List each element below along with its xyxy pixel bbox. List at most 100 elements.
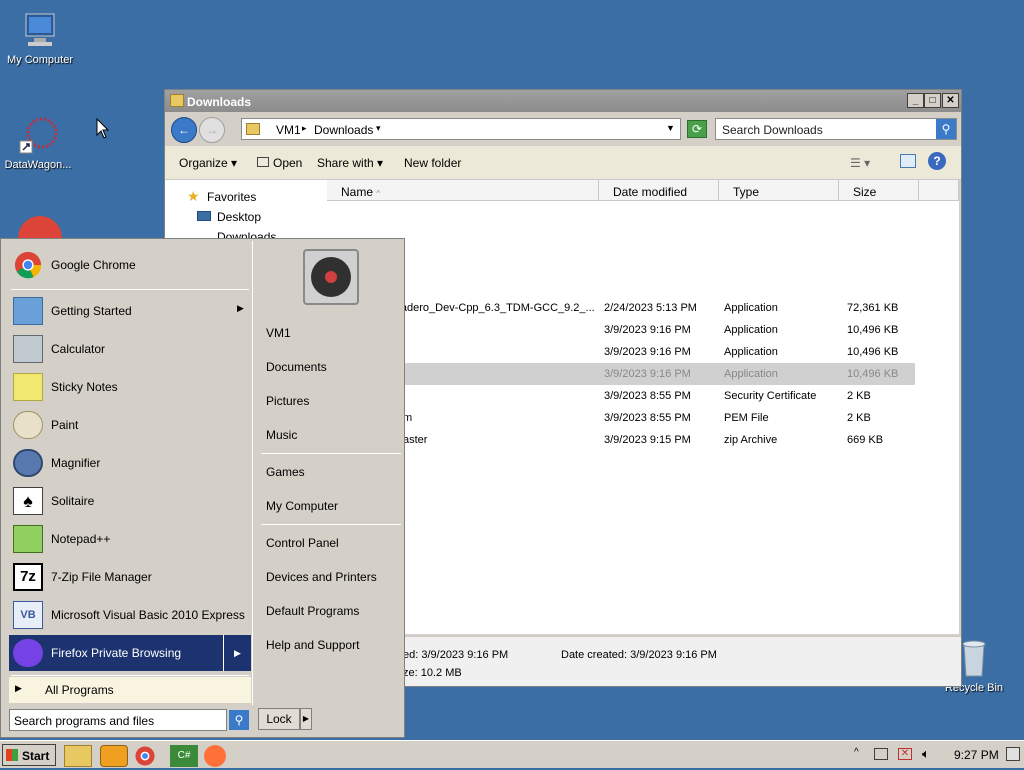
menu-default-programs[interactable]: Default Programs — [266, 604, 359, 618]
show-hidden-icons[interactable]: ^ — [854, 747, 859, 758]
show-desktop-icon[interactable] — [1006, 747, 1020, 761]
program-firefox-private[interactable]: Firefox Private Browsing — [9, 635, 223, 671]
network-icon[interactable] — [874, 748, 888, 760]
start-button[interactable]: Start — [2, 744, 56, 766]
nav-favorites[interactable]: Favorites — [207, 190, 256, 204]
forward-button[interactable]: → — [199, 117, 225, 143]
file-date: 2/24/2023 5:13 PM — [604, 302, 697, 314]
all-programs-button[interactable]: ▶ All Programs — [9, 677, 251, 703]
mouse-cursor — [96, 117, 110, 143]
menu-control-panel[interactable]: Control Panel — [266, 536, 339, 550]
program-getting-started[interactable]: Getting Started ▶ — [9, 293, 251, 329]
detail-size: ze: 10.2 MB — [403, 667, 462, 679]
search-box[interactable]: Search Downloads ⚲ — [715, 118, 957, 140]
table-row[interactable]: 3/9/2023 9:16 PM Application 10,496 KB — [327, 319, 915, 341]
start-search-box[interactable]: Search programs and files — [9, 709, 227, 731]
table-row[interactable]: Embarcadero_Dev-Cpp_6.3_TDM-GCC_9.2_... … — [327, 297, 915, 319]
explorer-taskbar-icon[interactable] — [64, 745, 92, 767]
menu-devices-printers[interactable]: Devices and Printers — [266, 570, 377, 584]
breadcrumb-downloads[interactable]: Downloads — [314, 123, 373, 137]
breadcrumb-vm1[interactable]: VM1 — [276, 123, 301, 137]
preview-pane-icon[interactable] — [900, 154, 916, 168]
lock-button[interactable]: Lock — [258, 708, 300, 730]
file-list[interactable]: Name ^ Date modified Type Size Embarcade… — [327, 180, 959, 634]
firefox-submenu-button[interactable]: ▶ — [223, 635, 251, 671]
csharp-taskbar-icon[interactable]: C# — [170, 745, 198, 767]
file-size: 2 KB — [847, 390, 871, 402]
desktop-chrome-icon-partial[interactable] — [18, 216, 62, 238]
detail-created: Date created: 3/9/2023 9:16 PM — [561, 649, 717, 661]
column-header-name[interactable]: Name ^ — [327, 180, 599, 201]
solitaire-icon: ♠ — [13, 487, 43, 515]
lock-options-arrow-icon[interactable]: ▶ — [300, 708, 312, 730]
7zip-icon: 7z — [13, 563, 43, 591]
program-paint[interactable]: Paint — [9, 407, 251, 443]
windows-logo-icon — [6, 749, 18, 761]
all-programs-label: All Programs — [45, 683, 114, 697]
media-player-taskbar-icon[interactable] — [100, 745, 128, 767]
action-center-icon[interactable]: ✕ — [898, 748, 912, 760]
divider — [11, 289, 249, 290]
paint-icon — [13, 411, 43, 439]
file-date: 3/9/2023 9:16 PM — [604, 368, 691, 380]
firefox-taskbar-icon[interactable] — [204, 745, 226, 767]
share-with-button[interactable]: Share with ▾ — [317, 156, 383, 170]
help-icon[interactable]: ? — [928, 152, 946, 170]
user-picture[interactable] — [303, 249, 359, 305]
breadcrumb-chevron-icon[interactable]: ▾ — [376, 123, 381, 134]
back-button[interactable]: ← — [171, 117, 197, 143]
address-dropdown-icon[interactable]: ▼ — [666, 123, 675, 133]
menu-documents[interactable]: Documents — [266, 360, 327, 374]
chrome-taskbar-icon[interactable] — [134, 745, 162, 767]
search-icon[interactable]: ⚲ — [936, 119, 956, 139]
program-magnifier[interactable]: Magnifier — [9, 445, 251, 481]
volume-icon[interactable]: 🔈︎ — [922, 746, 930, 762]
file-size: 10,496 KB — [847, 324, 899, 336]
column-header-type[interactable]: Type — [719, 180, 839, 201]
desktop-icon-datawagon[interactable]: DataWagon... — [0, 115, 78, 171]
program-google-chrome[interactable]: Google Chrome — [9, 247, 251, 283]
program-solitaire[interactable]: ♠ Solitaire — [9, 483, 251, 519]
command-bar: Organize ▾ Open Share with ▾ New folder … — [165, 146, 961, 180]
start-menu-programs-pane: Google Chrome Getting Started ▶ Calculat… — [3, 241, 253, 705]
desktop-icon-my-computer[interactable]: My Computer — [0, 10, 80, 66]
menu-help-support[interactable]: Help and Support — [266, 638, 359, 652]
menu-pictures[interactable]: Pictures — [266, 394, 309, 408]
program-label: Paint — [51, 418, 79, 432]
program-visual-basic[interactable]: VB Microsoft Visual Basic 2010 Express — [9, 597, 251, 633]
table-row[interactable]: m 3/9/2023 8:55 PM PEM File 2 KB — [327, 407, 915, 429]
clock[interactable]: 9:27 PM — [954, 748, 999, 762]
maximize-button[interactable]: □ — [924, 93, 941, 108]
column-header-size[interactable]: Size — [839, 180, 919, 201]
program-sticky-notes[interactable]: Sticky Notes — [9, 369, 251, 405]
organize-button[interactable]: Organize ▾ — [179, 156, 237, 170]
nav-desktop[interactable]: Desktop — [217, 210, 261, 224]
sticky-notes-icon — [13, 373, 43, 401]
open-button[interactable]: Open — [257, 156, 302, 170]
table-row[interactable]: aster 3/9/2023 9:15 PM zip Archive 669 K… — [327, 429, 915, 451]
minimize-button[interactable]: _ — [907, 93, 924, 108]
new-folder-button[interactable]: New folder — [404, 156, 461, 170]
column-label: Size — [853, 185, 877, 199]
title-bar[interactable]: Downloads _ □ ✕ — [165, 90, 961, 112]
program-notepad-plus-plus[interactable]: Notepad++ — [9, 521, 251, 557]
view-options-icon[interactable]: ☰ ▾ — [850, 156, 870, 170]
column-header-date[interactable]: Date modified — [599, 180, 719, 201]
close-button[interactable]: ✕ — [942, 93, 959, 108]
open-icon — [257, 157, 269, 167]
refresh-button[interactable]: ⟳ — [687, 120, 707, 138]
breadcrumb-chevron-icon[interactable]: ▸ — [302, 123, 307, 134]
address-box[interactable]: VM1 ▸ Downloads ▾ ▼ — [241, 118, 681, 140]
menu-vm1[interactable]: VM1 — [266, 326, 291, 340]
menu-my-computer[interactable]: My Computer — [266, 499, 338, 513]
table-row[interactable]: 3/9/2023 9:16 PM Application 10,496 KB — [327, 341, 915, 363]
program-calculator[interactable]: Calculator — [9, 331, 251, 367]
table-row[interactable]: 3/9/2023 8:55 PM Security Certificate 2 … — [327, 385, 915, 407]
table-row-selected[interactable]: 3/9/2023 9:16 PM Application 10,496 KB — [327, 363, 915, 385]
start-search-icon[interactable]: ⚲ — [229, 710, 249, 730]
menu-music[interactable]: Music — [266, 428, 297, 442]
program-7zip[interactable]: 7z 7-Zip File Manager — [9, 559, 251, 595]
file-type: Security Certificate — [724, 390, 817, 402]
menu-games[interactable]: Games — [266, 465, 305, 479]
file-date: 3/9/2023 9:16 PM — [604, 324, 691, 336]
